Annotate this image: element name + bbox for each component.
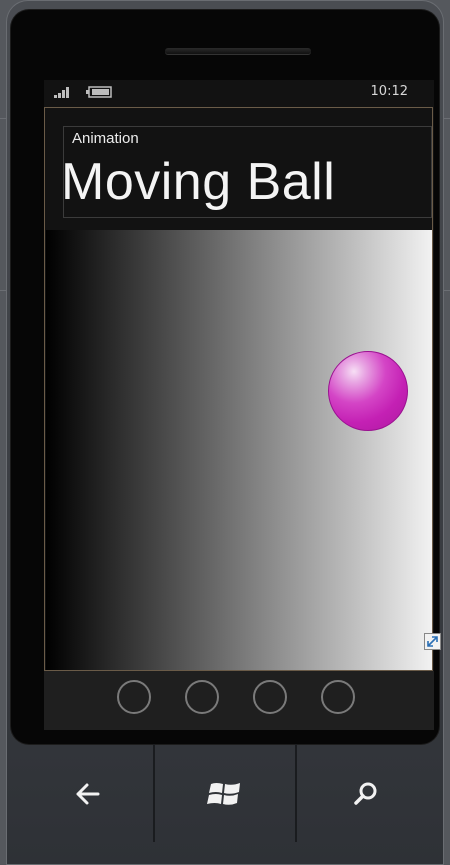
page-title: Moving Ball [61,153,336,211]
search-icon [354,782,377,805]
content-panel [46,230,432,670]
app-bar-button-2[interactable] [185,680,219,714]
status-time: 10:12 [370,84,408,99]
earpiece [165,48,311,54]
battery-icon [86,86,112,98]
windows-logo-icon [207,783,240,805]
resize-handle-icon[interactable] [424,633,441,650]
phone-screen: 10:12 Animation Moving Ball [44,80,434,730]
app-title: Animation [72,130,139,147]
back-arrow-icon [76,783,100,805]
start-button[interactable] [203,772,247,816]
phone-emulator: 10:12 Animation Moving Ball [6,0,444,865]
app-bar-button-4[interactable] [321,680,355,714]
app-bar-button-3[interactable] [253,680,287,714]
status-bar: 10:12 [44,80,434,106]
hardware-buttons [0,742,450,865]
search-button[interactable] [343,772,387,816]
hw-divider [153,744,155,842]
hw-divider [295,744,297,842]
app-bar-button-1[interactable] [117,680,151,714]
signal-bars-icon [54,87,69,98]
back-button[interactable] [66,772,110,816]
app-bar [44,671,434,730]
expand-icon [427,636,438,647]
moving-ball[interactable] [328,351,408,431]
phone-face: 10:12 Animation Moving Ball [11,10,439,744]
